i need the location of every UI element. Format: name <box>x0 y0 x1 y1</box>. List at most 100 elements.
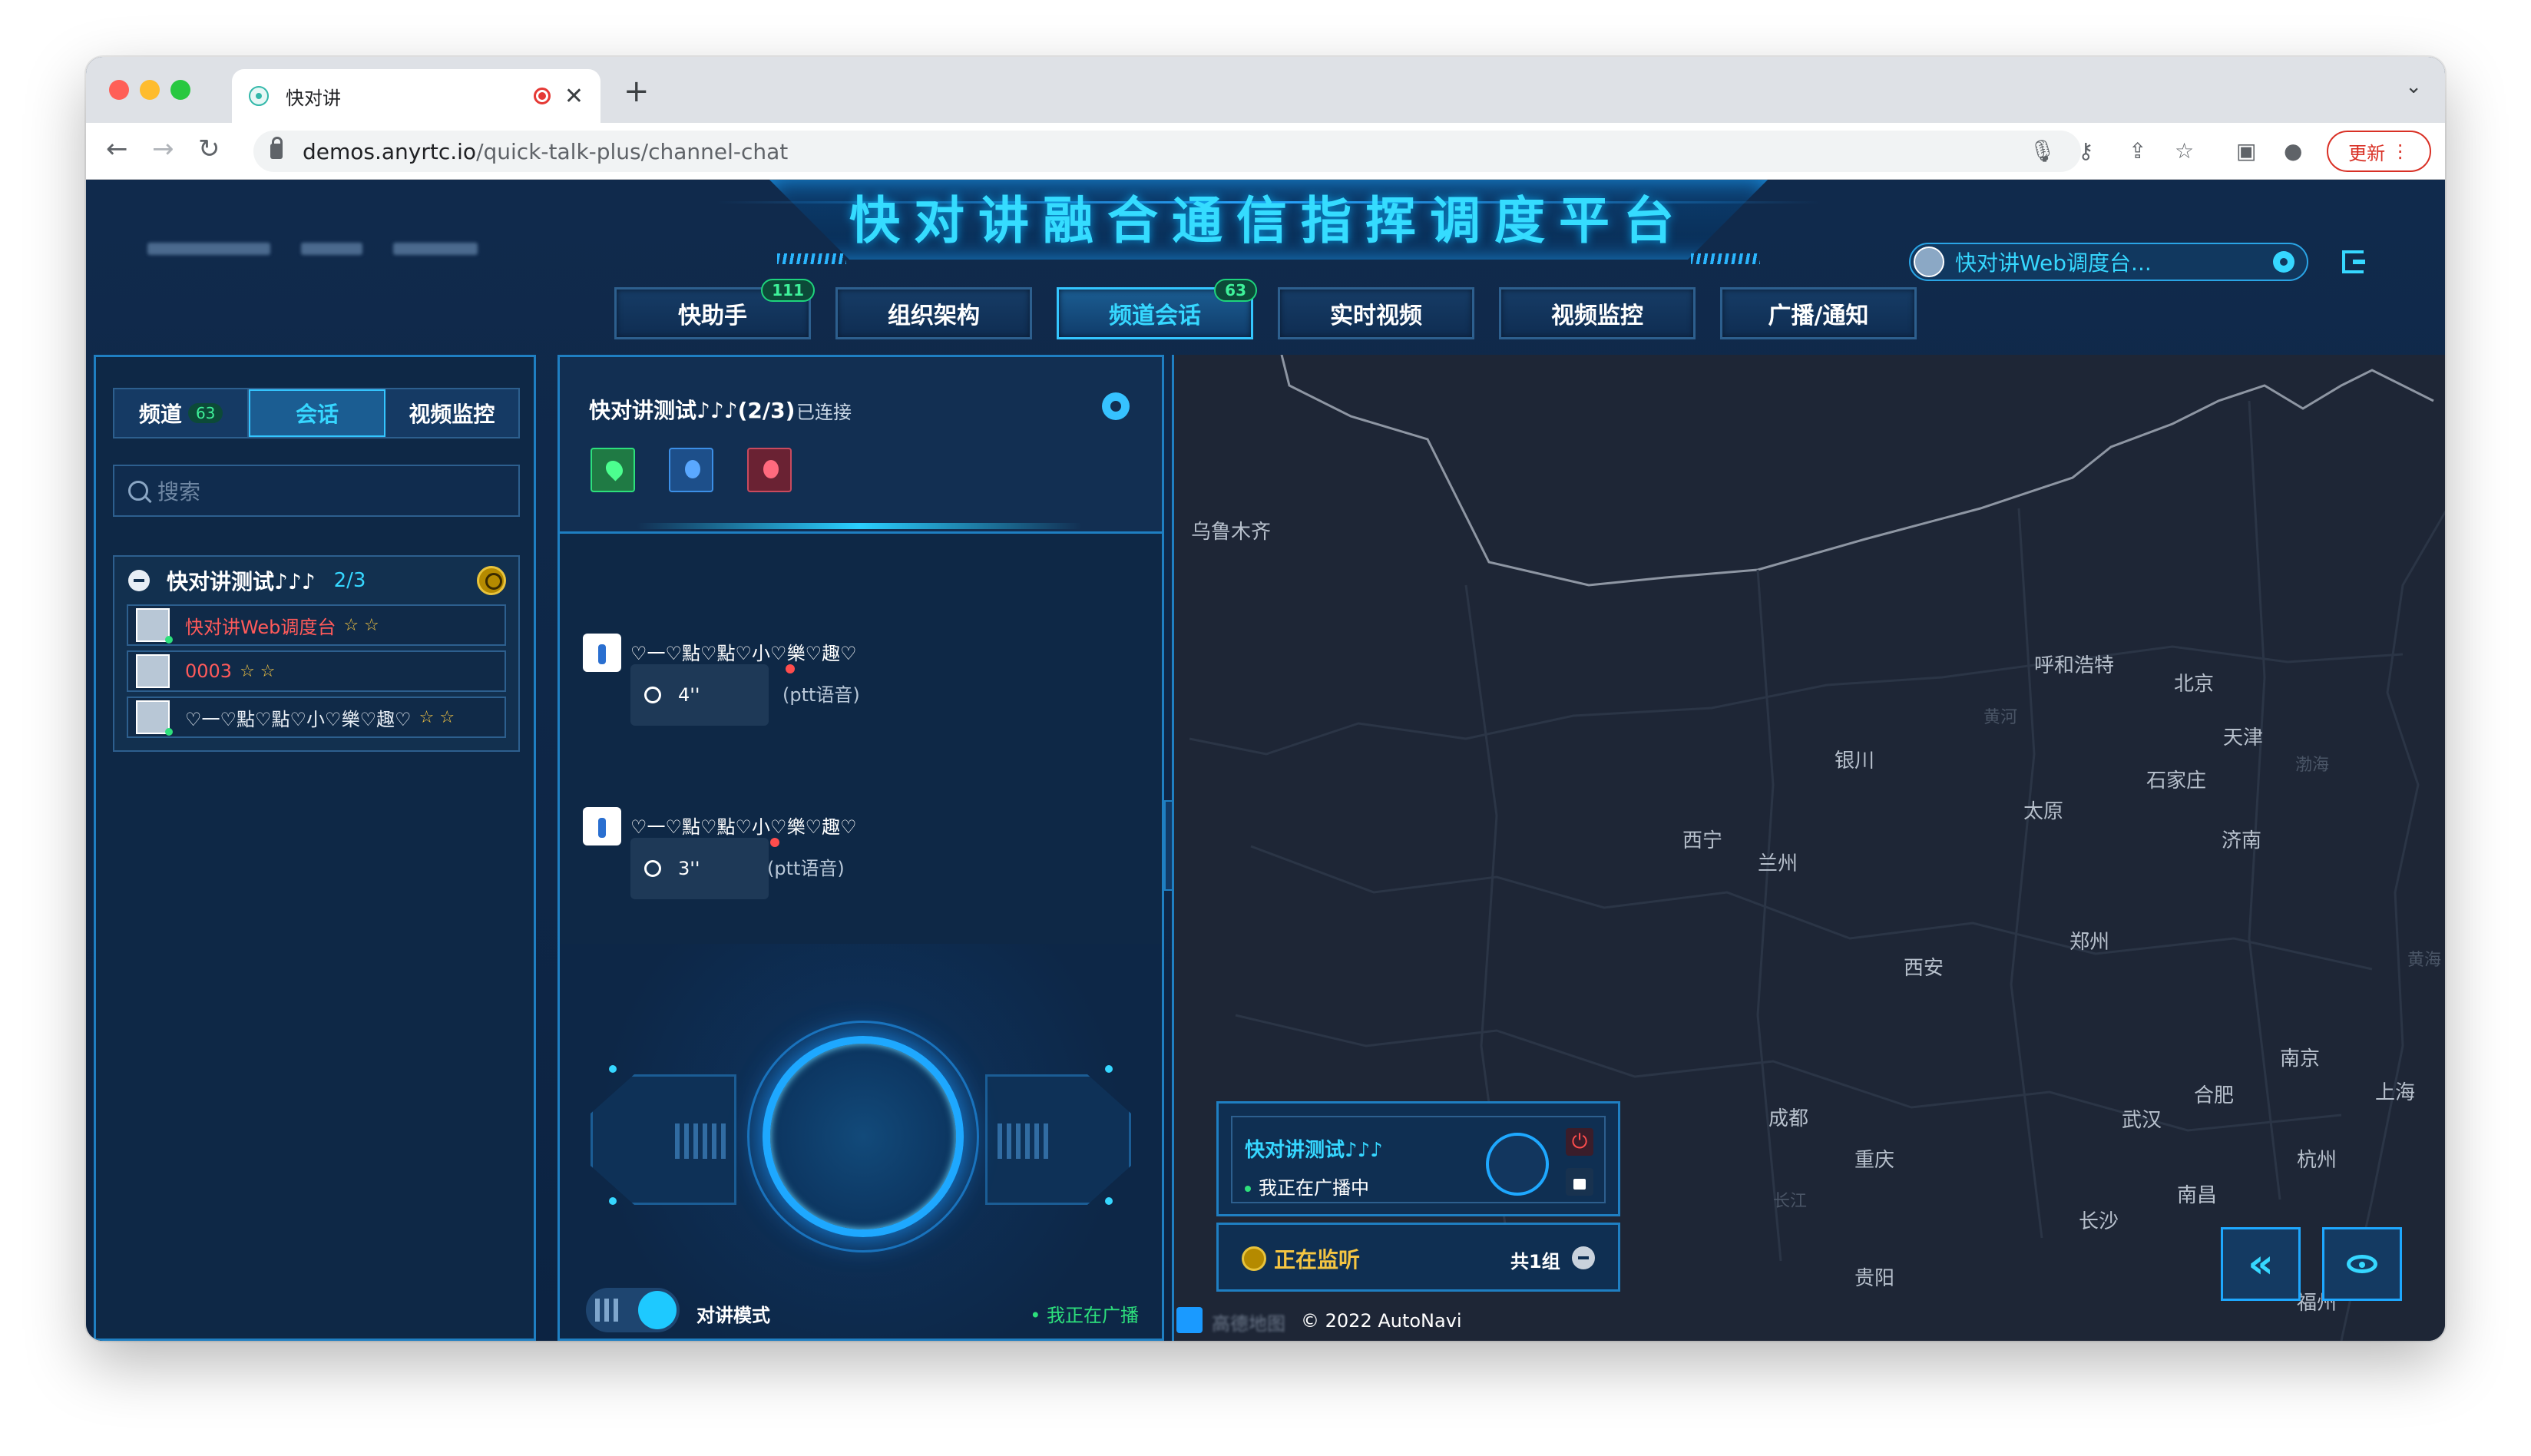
browser-tab[interactable]: 快对讲 ✕ <box>232 69 600 123</box>
water-label: 渤海 <box>2295 756 2330 775</box>
collapse-monitor-icon[interactable] <box>1572 1246 1595 1269</box>
recording-icon <box>533 88 551 104</box>
title-banner: 快对讲融合通信指挥调度平台 <box>516 180 2021 272</box>
channel-count-badge: 63 <box>187 403 223 423</box>
voice-bubble[interactable]: 3'' <box>630 838 769 899</box>
member-stars: ☆ ☆ <box>343 615 379 635</box>
city-label: 武汉 <box>2122 1109 2162 1132</box>
tab-menu-icon[interactable]: ⌄ <box>2405 75 2422 98</box>
nav-badge: 63 <box>1214 279 1257 302</box>
nav-badge: 111 <box>761 279 815 302</box>
key-icon[interactable]: ⚷ <box>2078 138 2094 164</box>
nav-broadcast[interactable]: 广播/通知 <box>1720 287 1917 339</box>
title-stripes-left <box>777 253 846 264</box>
broadcast-talk-button[interactable] <box>1486 1133 1549 1196</box>
collapse-group-icon[interactable] <box>128 570 150 591</box>
search-icon <box>128 481 148 501</box>
city-label: 石家庄 <box>2146 769 2207 793</box>
sidepanel-icon[interactable]: ▣ <box>2236 138 2256 164</box>
account-avatar <box>1914 247 1944 277</box>
mic-icon[interactable]: 🎙 <box>2029 138 2056 164</box>
sender-name: ♡一♡點♡點♡小♡樂♡趣♡ <box>630 816 857 838</box>
monitor-card: 正在监听 共1组 <box>1216 1223 1620 1292</box>
share-icon[interactable]: ⇪ <box>2129 138 2146 164</box>
city-label: 呼和浩特 <box>2034 654 2115 677</box>
lock-toggle-icon[interactable] <box>1566 1168 1593 1196</box>
header-glow <box>637 523 1082 529</box>
nav-video-monitor[interactable]: 视频监控 <box>1499 287 1696 339</box>
city-label: 成都 <box>1768 1107 1809 1130</box>
member-name: 快对讲Web调度台 <box>185 616 336 638</box>
push-to-talk-button[interactable] <box>763 1036 964 1237</box>
nav-assistant[interactable]: 快助手 111 <box>614 279 815 339</box>
nav-channel-chat[interactable]: 频道会话 63 <box>1057 279 1257 339</box>
water-label: 长江 <box>1773 1192 1808 1211</box>
deco-dot <box>609 1197 617 1205</box>
water-label: 黄河 <box>1983 708 2018 727</box>
nav-organization[interactable]: 组织架构 <box>835 287 1032 339</box>
member-item[interactable]: ♡一♡點♡點♡小♡樂♡趣♡ ☆ ☆ <box>127 697 506 738</box>
map-provider: 高德地图 <box>1212 1313 1285 1335</box>
power-icon[interactable]: ⏻ <box>1566 1128 1593 1156</box>
member-stars: ☆ ☆ <box>419 707 455 727</box>
group-count: 2/3 <box>333 569 366 592</box>
tab-video-monitor[interactable]: 视频监控 <box>385 389 518 437</box>
left-panel: 频道63 会话 视频监控 搜索 快对讲测试♪♪♪ 2/3 快对讲Web调度台 <box>94 355 536 1341</box>
deco-dot <box>609 1065 617 1073</box>
bookmark-star-icon[interactable]: ☆ <box>2175 138 2194 164</box>
chat-panel: 快对讲测试♪♪♪(2/3) 已连接 ♡一♡點♡點♡小♡樂♡趣♡ 4'' (ptt… <box>557 355 1164 1341</box>
deco-dot <box>1105 1065 1113 1073</box>
new-tab-button[interactable]: + <box>624 74 650 109</box>
app-root: 快对讲融合通信指挥调度平台 快对讲Web调度台... 快助手 111 组织架构 频… <box>86 180 2445 1341</box>
minimize-window-button[interactable] <box>140 80 160 100</box>
unread-dot <box>786 664 795 673</box>
monitor-label: 正在监听 <box>1274 1247 1361 1272</box>
eye-toggle-button[interactable] <box>2322 1227 2402 1301</box>
city-label: 兰州 <box>1758 852 1798 875</box>
browser-window: 快对讲 ✕ + ⌄ ← → ↻ demos.anyrtc.io/quick-ta… <box>86 57 2445 1341</box>
amap-logo-icon <box>1176 1307 1203 1333</box>
chat-header: 快对讲测试♪♪♪(2/3) 已连接 <box>560 357 1162 534</box>
nav-live-video[interactable]: 实时视频 <box>1278 287 1474 339</box>
reload-icon[interactable]: ↻ <box>198 134 220 164</box>
monitor-group-count: 共1组 <box>1510 1251 1560 1272</box>
eye-icon <box>2347 1255 2377 1273</box>
headphones-icon[interactable] <box>477 566 506 595</box>
city-label: 天津 <box>2223 726 2264 750</box>
group-header[interactable]: 快对讲测试♪♪♪ 2/3 <box>114 557 518 604</box>
settings-gear-icon[interactable] <box>1102 392 1130 420</box>
member-item[interactable]: 0003 ☆ ☆ <box>127 650 506 692</box>
headphones-icon <box>1242 1246 1266 1271</box>
city-label: 西宁 <box>1682 829 1723 852</box>
gear-icon[interactable] <box>2273 251 2294 273</box>
tab-channel[interactable]: 频道 63 <box>114 389 250 437</box>
voice-bubble[interactable]: 4'' <box>630 664 769 726</box>
message-tag: (ptt语音) <box>782 684 860 706</box>
search-input[interactable]: 搜索 <box>113 465 520 517</box>
forward-icon[interactable]: → <box>152 134 174 164</box>
connection-status: 已连接 <box>796 402 852 423</box>
member-item[interactable]: 快对讲Web调度台 ☆ ☆ <box>127 604 506 646</box>
close-window-button[interactable] <box>109 80 129 100</box>
channel-group: 快对讲测试♪♪♪ 2/3 快对讲Web调度台 ☆ ☆ 0003 ☆ ☆ ♡一♡點… <box>113 555 520 752</box>
account-name: 快对讲Web调度台... <box>1955 250 2152 276</box>
url-text: demos.anyrtc.io/quick-talk-plus/channel-… <box>303 138 789 164</box>
account-selector[interactable]: 快对讲Web调度台... <box>1909 243 2308 281</box>
location-pin-icon[interactable] <box>591 448 635 492</box>
tab-session[interactable]: 会话 <box>249 389 385 437</box>
back-icon[interactable]: ← <box>106 134 128 164</box>
city-label: 乌鲁木齐 <box>1191 521 1272 544</box>
talk-mode-toggle[interactable] <box>586 1288 680 1332</box>
close-tab-icon[interactable]: ✕ <box>564 83 584 110</box>
city-label: 北京 <box>2174 673 2215 696</box>
back-button[interactable]: « <box>2221 1227 2301 1301</box>
speaker-icon <box>644 860 661 877</box>
address-bar[interactable]: demos.anyrtc.io/quick-talk-plus/channel-… <box>253 131 2081 172</box>
remove-user-icon[interactable] <box>747 448 792 492</box>
deco-dot <box>1105 1197 1113 1205</box>
logout-icon[interactable] <box>2342 250 2365 273</box>
zoom-window-button[interactable] <box>170 80 190 100</box>
update-button[interactable]: 更新 ⋮ <box>2327 131 2431 172</box>
profile-icon[interactable]: ● <box>2284 138 2302 164</box>
add-user-icon[interactable] <box>669 448 713 492</box>
